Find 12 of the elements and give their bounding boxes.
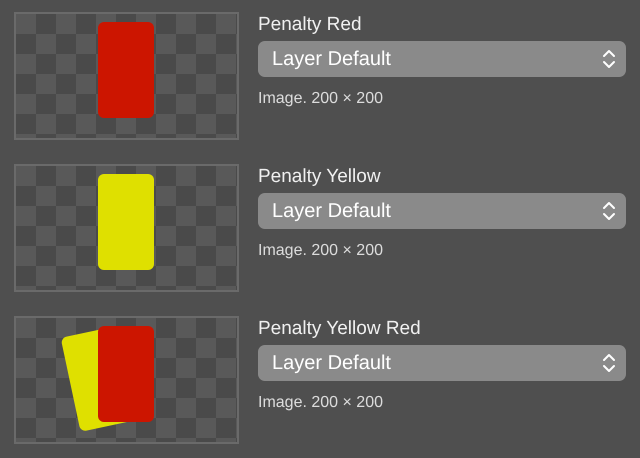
chevron-up-down-icon <box>602 352 616 374</box>
image-info: Image. 200 × 200 <box>258 394 383 412</box>
chevron-up-down-icon <box>602 200 616 222</box>
asset-name: Penalty Yellow <box>258 165 381 189</box>
image-info: Image. 200 × 200 <box>258 90 383 108</box>
rendering-dropdown[interactable]: Layer Default <box>258 193 626 229</box>
chevron-up-down-icon <box>602 48 616 70</box>
rendering-dropdown[interactable]: Layer Default <box>258 345 626 381</box>
image-info: Image. 200 × 200 <box>258 242 383 260</box>
asset-name: Penalty Red <box>258 13 362 37</box>
asset-name: Penalty Yellow Red <box>258 317 421 341</box>
rendering-dropdown[interactable]: Layer Default <box>258 41 626 77</box>
